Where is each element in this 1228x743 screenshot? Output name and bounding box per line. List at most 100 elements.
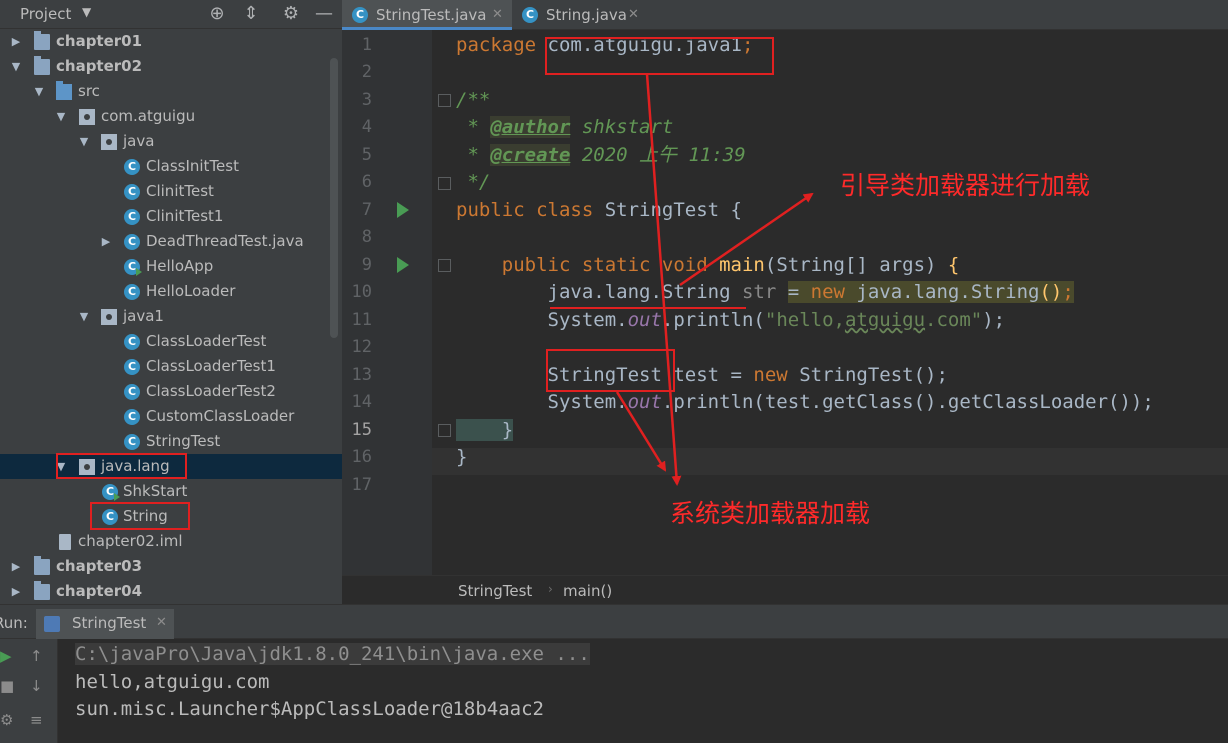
line-number: 6 (361, 172, 372, 192)
chevron-right-icon[interactable]: ▶ (9, 579, 23, 604)
project-panel-header: Project ▼ ⊕ ⇕ ⚙ — (0, 0, 342, 29)
console-output[interactable]: C:\javaPro\Java\jdk1.8.0_241\bin\java.ex… (58, 639, 1228, 743)
code-line-6: */ (456, 171, 491, 193)
chevron-down-icon[interactable]: ▼ (77, 129, 91, 154)
breadcrumb-item[interactable]: StringTest (458, 582, 532, 600)
run-panel: Run: StringTest ✕ ▶ ↑ ■ ↓ ⚙ ≡ C:\javaPro… (0, 604, 1228, 743)
run-panel-header: Run: StringTest ✕ (0, 605, 1228, 639)
line-number: 17 (351, 475, 372, 495)
close-icon[interactable]: ✕ (628, 0, 639, 30)
rerun-icon[interactable]: ▶ (0, 647, 12, 665)
tree-item-java1[interactable]: ▼ java1 (0, 304, 342, 329)
line-number: 12 (351, 337, 372, 357)
arrow-up-icon[interactable]: ↑ (30, 647, 43, 665)
code-line-3: /** (456, 89, 491, 111)
tree-item-chapter01[interactable]: ▶ chapter01 (0, 29, 342, 54)
tree-item-java-lang[interactable]: ▼ java.lang (0, 454, 342, 479)
tree-item-shkstart[interactable]: C ShkStart (0, 479, 342, 504)
chevron-down-icon[interactable]: ▼ (32, 79, 46, 104)
locate-target-icon[interactable]: ⊕ (206, 3, 228, 25)
chevron-down-icon[interactable]: ▼ (82, 5, 91, 19)
breadcrumb-item[interactable]: main() (563, 582, 612, 600)
collapse-all-icon[interactable]: ⇕ (240, 3, 262, 25)
run-gutter-icon[interactable] (397, 257, 409, 273)
tree-item-label: CustomClassLoader (146, 407, 295, 425)
tree-item-label: chapter01 (56, 32, 143, 50)
chevron-down-icon[interactable]: ▼ (54, 104, 68, 129)
project-view-selector[interactable]: Project (20, 5, 71, 23)
chevron-down-icon[interactable]: ▼ (77, 304, 91, 329)
tree-item-label: HelloLoader (146, 282, 236, 300)
run-gutter-icon[interactable] (397, 202, 409, 218)
tab-stringtest-java[interactable]: C StringTest.java ✕ (342, 0, 512, 30)
tree-item-label: ClassLoaderTest (146, 332, 267, 350)
project-tree-scrollbar[interactable] (330, 58, 338, 338)
tree-item-customclassloader[interactable]: C CustomClassLoader (0, 404, 342, 429)
tree-item-chapter03[interactable]: ▶ chapter03 (0, 554, 342, 579)
class-icon: C (124, 434, 140, 450)
current-line-highlight (432, 448, 1228, 475)
fold-icon[interactable] (438, 177, 451, 190)
hide-panel-icon[interactable]: — (313, 3, 335, 25)
class-icon: C (522, 7, 538, 23)
run-tab-stringtest[interactable]: StringTest ✕ (36, 609, 174, 639)
tree-item-deadthreadtest[interactable]: ▶ C DeadThreadTest.java (0, 229, 342, 254)
tree-item-src[interactable]: ▼ src (0, 79, 342, 104)
tree-item-java[interactable]: ▼ java (0, 129, 342, 154)
tree-item-classloadertest1[interactable]: C ClassLoaderTest1 (0, 354, 342, 379)
fold-icon[interactable] (438, 259, 451, 272)
line-number: 11 (351, 310, 372, 330)
tab-label: StringTest.java (376, 6, 487, 24)
line-number: 8 (361, 227, 372, 247)
editor-gutter[interactable]: 1 2 3 4 5 6 7 8 9 10 11 12 13 14 15 16 1… (342, 30, 432, 575)
console-line: sun.misc.Launcher$AppClassLoader@18b4aac… (75, 698, 544, 720)
soft-wrap-icon[interactable]: ≡ (30, 711, 43, 729)
chevron-down-icon[interactable]: ▼ (54, 454, 68, 479)
fold-icon[interactable] (438, 424, 451, 437)
code-line-5: * @create 2020 上午 11:39 (456, 144, 746, 166)
source-folder-icon (56, 81, 72, 100)
tree-item-label: StringTest (146, 432, 221, 450)
tree-item-string[interactable]: C String (0, 504, 342, 529)
tree-item-label: ShkStart (123, 482, 188, 500)
tree-item-chapter02-iml[interactable]: chapter02.iml (0, 529, 342, 554)
chevron-right-icon[interactable]: ▶ (9, 29, 23, 54)
tree-item-helloloader[interactable]: C HelloLoader (0, 279, 342, 304)
tree-item-chapter02[interactable]: ▼ chapter02 (0, 54, 342, 79)
editor-tab-bar: C StringTest.java ✕ C String.java ✕ (342, 0, 1228, 30)
stop-icon[interactable]: ■ (0, 677, 14, 695)
arrow-down-icon[interactable]: ↓ (30, 677, 43, 695)
tree-item-helloapp[interactable]: C HelloApp (0, 254, 342, 279)
class-icon: C (124, 184, 140, 200)
tree-item-clinittest1[interactable]: C ClinitTest1 (0, 204, 342, 229)
project-panel: Project ▼ ⊕ ⇕ ⚙ — ▶ chapter01 ▼ chapter0… (0, 0, 342, 604)
settings-icon[interactable]: ⚙ (0, 711, 13, 729)
tree-item-stringtest[interactable]: C StringTest (0, 429, 342, 454)
chevron-down-icon[interactable]: ▼ (9, 54, 23, 79)
line-number-current: 15 (351, 420, 372, 440)
fold-icon[interactable] (438, 94, 451, 107)
module-folder-icon (34, 556, 50, 575)
chevron-right-icon[interactable]: ▶ (99, 229, 113, 254)
tree-item-chapter04[interactable]: ▶ chapter04 (0, 579, 342, 604)
annotation-system-loader: 系统类加载器加载 (670, 499, 871, 528)
tree-item-clinittest[interactable]: C ClinitTest (0, 179, 342, 204)
class-icon: C (124, 234, 140, 250)
tree-item-label: chapter02.iml (78, 532, 183, 550)
module-file-icon (59, 534, 71, 550)
line-number: 5 (361, 145, 372, 165)
gear-icon[interactable]: ⚙ (280, 3, 302, 25)
code-line-15: } (456, 419, 514, 441)
tree-item-classloadertest[interactable]: C ClassLoaderTest (0, 329, 342, 354)
line-number: 1 (361, 35, 372, 55)
close-icon[interactable]: ✕ (492, 0, 503, 30)
tree-item-classloadertest2[interactable]: C ClassLoaderTest2 (0, 379, 342, 404)
tree-item-classinittest[interactable]: C ClassInitTest (0, 154, 342, 179)
tree-item-com-atguigu[interactable]: ▼ com.atguigu (0, 104, 342, 129)
code-line-7: public class StringTest { (456, 199, 742, 221)
chevron-right-icon[interactable]: ▶ (9, 554, 23, 579)
line-number: 4 (361, 117, 372, 137)
tab-string-java[interactable]: C String.java ✕ (512, 0, 662, 30)
run-panel-label: Run: (0, 614, 28, 632)
close-icon[interactable]: ✕ (156, 615, 167, 630)
